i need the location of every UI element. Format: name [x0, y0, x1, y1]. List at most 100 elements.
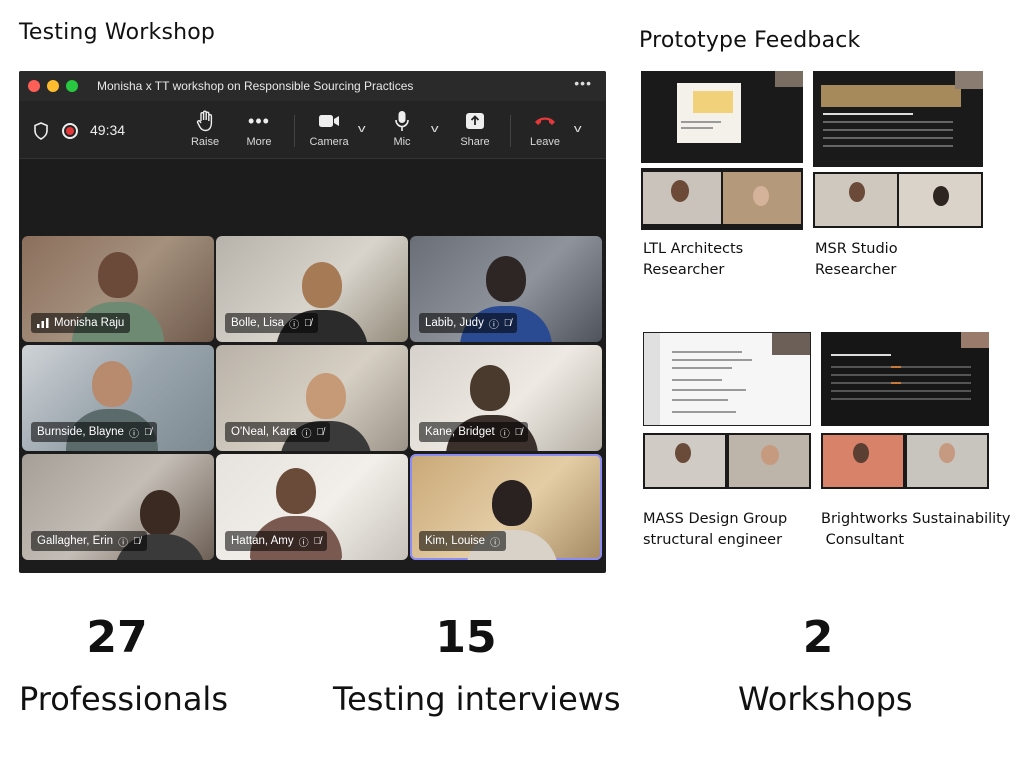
mic-muted-icon: 🎙̸ — [514, 426, 523, 438]
security-shield-icon[interactable] — [33, 122, 49, 140]
brightworks-video-thumbnail — [821, 433, 989, 489]
more-label: More — [246, 136, 272, 148]
brightworks-screen-share-thumbnail — [821, 332, 989, 426]
share-screen-icon — [448, 109, 502, 133]
toolbar-divider — [510, 115, 511, 147]
participant-name: Labib, Judy — [425, 317, 484, 329]
mic-muted-icon: 🎙̸ — [313, 535, 322, 547]
close-window-button[interactable] — [28, 80, 40, 92]
more-button[interactable]: ••• More — [232, 109, 286, 149]
mic-button[interactable]: Mic — [375, 109, 429, 148]
toolbar-divider — [294, 115, 295, 147]
participant-name: O'Neal, Kara — [231, 426, 297, 438]
participant-tile[interactable]: Hattan, Amy ⓘ 🎙̸ — [216, 454, 408, 560]
professionals-count: 27 — [86, 612, 148, 663]
participant-name-tag: Hattan, Amy ⓘ 🎙̸ — [225, 531, 328, 551]
mic-muted-icon: 🎙̸ — [143, 426, 152, 438]
participant-tile[interactable]: Bolle, Lisa ⓘ 🎙̸ — [216, 236, 408, 342]
info-icon: ⓘ — [490, 537, 501, 549]
mass-video-thumbnail — [643, 433, 811, 489]
testing-workshop-heading: Testing Workshop — [19, 20, 216, 45]
ltl-screen-share-thumbnail — [641, 71, 803, 163]
raise-hand-icon — [178, 109, 232, 133]
participant-name-tag: Monisha Raju — [31, 313, 131, 333]
info-icon: ⓘ — [128, 428, 139, 440]
participant-name-tag: Burnside, Blayne ⓘ 🎙̸ — [31, 422, 158, 442]
participant-name: Kane, Bridget — [425, 426, 495, 438]
camera-icon — [302, 109, 356, 133]
participant-tile[interactable]: Monisha Raju — [22, 236, 214, 342]
camera-options-chevron-icon[interactable]: v — [358, 123, 366, 135]
brightworks-firm: Brightworks Sustainability — [821, 511, 1011, 527]
leave-options-chevron-icon[interactable]: v — [574, 123, 582, 135]
participant-name-tag: Gallagher, Erin ⓘ 🎙̸ — [31, 531, 147, 551]
window-title: Monisha x TT workshop on Responsible Sou… — [97, 79, 414, 93]
participant-name: Monisha Raju — [54, 317, 125, 329]
share-button[interactable]: Share — [448, 109, 502, 148]
ellipsis-icon: ••• — [248, 110, 270, 131]
prototype-feedback-heading: Prototype Feedback — [639, 28, 861, 53]
raise-label: Raise — [190, 136, 220, 148]
microphone-icon — [375, 109, 429, 133]
ltl-caption: LTL Architects Researcher — [643, 239, 743, 281]
window-titlebar: Monisha x TT workshop on Responsible Sou… — [19, 71, 606, 101]
brightworks-role: Consultant — [821, 532, 905, 548]
leave-label: Leave — [530, 136, 560, 148]
ltl-role: Researcher — [643, 262, 725, 278]
participant-name: Hattan, Amy — [231, 535, 294, 547]
participant-name: Bolle, Lisa — [231, 317, 285, 329]
participant-tile[interactable]: O'Neal, Kara ⓘ 🎙̸ — [216, 345, 408, 451]
phone-hangup-icon — [518, 109, 572, 133]
workshops-count: 2 — [802, 612, 834, 663]
info-icon: ⓘ — [499, 428, 510, 440]
info-icon: ⓘ — [301, 428, 312, 440]
msr-firm: MSR Studio — [815, 241, 898, 257]
meeting-toolbar: 49:34 Raise ••• More Camera v Mic v Shar… — [19, 101, 606, 159]
workshops-label: Workshops — [738, 680, 913, 718]
mass-firm: MASS Design Group — [643, 511, 788, 527]
info-icon: ⓘ — [298, 537, 309, 549]
participant-tile[interactable]: Burnside, Blayne ⓘ 🎙̸ — [22, 345, 214, 451]
camera-label: Camera — [309, 136, 349, 148]
share-label: Share — [460, 136, 490, 148]
signal-bars-icon — [37, 318, 49, 328]
meeting-timer: 49:34 — [90, 122, 126, 138]
participant-name-tag: Kim, Louise ⓘ — [419, 531, 507, 551]
zoom-meeting-window: Monisha x TT workshop on Responsible Sou… — [19, 71, 606, 573]
mic-muted-icon: 🎙̸ — [304, 317, 312, 329]
participant-name: Burnside, Blayne — [37, 426, 124, 438]
msr-caption: MSR Studio Researcher — [815, 239, 898, 281]
minimize-window-button[interactable] — [47, 80, 59, 92]
info-icon: ⓘ — [289, 319, 300, 331]
more-options-icon[interactable]: ••• — [574, 75, 592, 91]
maximize-window-button[interactable] — [66, 80, 78, 92]
mic-muted-icon: 🎙̸ — [503, 317, 512, 329]
participant-tile[interactable]: Kane, Bridget ⓘ 🎙̸ — [410, 345, 602, 451]
participant-tile-active-speaker[interactable]: Kim, Louise ⓘ — [410, 454, 602, 560]
participant-tile[interactable]: Labib, Judy ⓘ 🎙̸ — [410, 236, 602, 342]
mic-label: Mic — [393, 136, 411, 148]
info-icon: ⓘ — [488, 319, 499, 331]
participant-name-tag: Bolle, Lisa ⓘ 🎙̸ — [225, 313, 318, 333]
mic-muted-icon: 🎙̸ — [316, 426, 324, 438]
raise-hand-button[interactable]: Raise — [178, 109, 232, 148]
msr-screen-share-thumbnail — [813, 71, 983, 167]
professionals-label: Professionals — [19, 680, 228, 718]
ltl-video-thumbnail — [641, 168, 803, 230]
participant-name: Gallagher, Erin — [37, 535, 114, 547]
participant-name-tag: Labib, Judy ⓘ 🎙̸ — [419, 313, 518, 333]
mic-muted-icon: 🎙̸ — [133, 535, 141, 547]
mass-role: structural engineer — [643, 532, 783, 548]
participant-name-tag: O'Neal, Kara ⓘ 🎙̸ — [225, 422, 330, 442]
camera-button[interactable]: Camera — [302, 109, 356, 148]
msr-video-thumbnail — [813, 172, 983, 228]
brightworks-caption: Brightworks Sustainability Consultant — [821, 509, 1010, 551]
info-icon: ⓘ — [118, 537, 129, 549]
mic-options-chevron-icon[interactable]: v — [431, 123, 439, 135]
msr-role: Researcher — [815, 262, 897, 278]
leave-button[interactable]: Leave — [518, 109, 572, 148]
participant-name: Kim, Louise — [425, 535, 486, 547]
recording-icon[interactable] — [62, 123, 78, 139]
participant-tile[interactable]: Gallagher, Erin ⓘ 🎙̸ — [22, 454, 214, 560]
participant-name-tag: Kane, Bridget ⓘ 🎙̸ — [419, 422, 529, 442]
